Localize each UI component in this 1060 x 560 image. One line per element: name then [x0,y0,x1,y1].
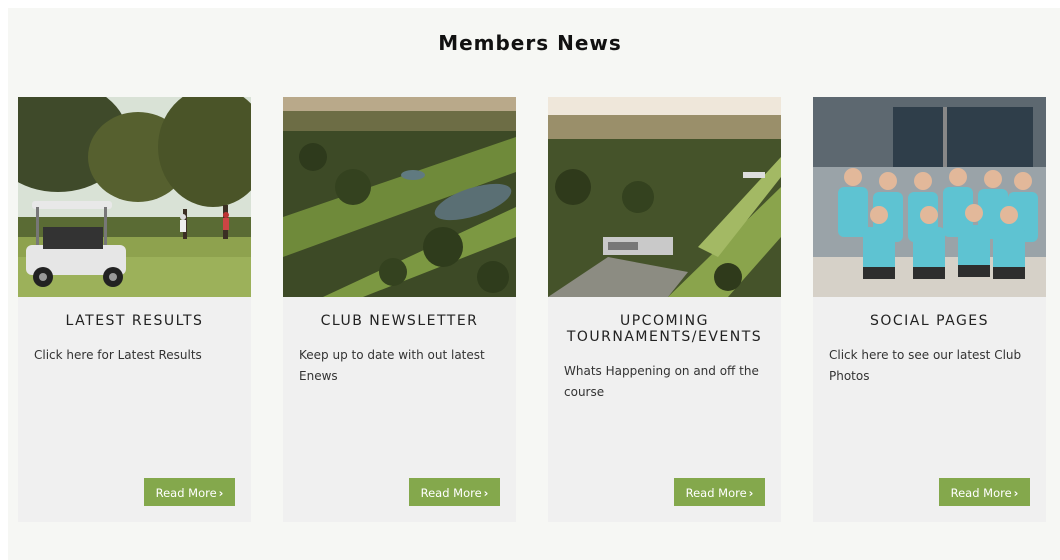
read-more-button[interactable]: Read More › [144,478,235,506]
card-description: Whats Happening on and off the course [564,364,759,399]
card-upcoming-events[interactable]: UPCOMING TOURNAMENTS/EVENTS Whats Happen… [548,97,781,522]
chevron-right-icon: › [483,486,489,500]
aerial-course-photo[interactable] [283,97,516,297]
chevron-right-icon: › [1013,486,1019,500]
section-title: Members News [438,31,622,55]
read-more-label: Read More [155,486,217,500]
read-more-label: Read More [685,486,747,500]
card-latest-results[interactable]: LATEST RESULTS Click here for Latest Res… [18,97,251,522]
read-more-button[interactable]: Read More › [939,478,1030,506]
card-club-newsletter[interactable]: CLUB NEWSLETTER Keep up to date with out… [283,97,516,522]
read-more-button[interactable]: Read More › [409,478,500,506]
card-title: LATEST RESULTS [65,313,204,329]
golf-cart-photo[interactable] [18,97,251,297]
read-more-label: Read More [420,486,482,500]
card-social-pages[interactable]: SOCIAL PAGES Click here to see our lates… [813,97,1046,522]
aerial-clubhouse-photo[interactable] [548,97,781,297]
card-title: SOCIAL PAGES [869,313,990,329]
card-title: CLUB NEWSLETTER [320,313,479,329]
card-title: UPCOMING TOURNAMENTS/EVENTS [566,313,763,345]
card-description: Click here to see our latest Club Photos [829,348,1022,383]
chevron-right-icon: › [748,486,754,500]
members-group-photo[interactable] [813,97,1046,297]
card-description: Click here for Latest Results [34,348,202,362]
read-more-button[interactable]: Read More › [674,478,765,506]
chevron-right-icon: › [218,486,224,500]
read-more-label: Read More [950,486,1012,500]
card-description: Keep up to date with out latest Enews [299,348,485,383]
